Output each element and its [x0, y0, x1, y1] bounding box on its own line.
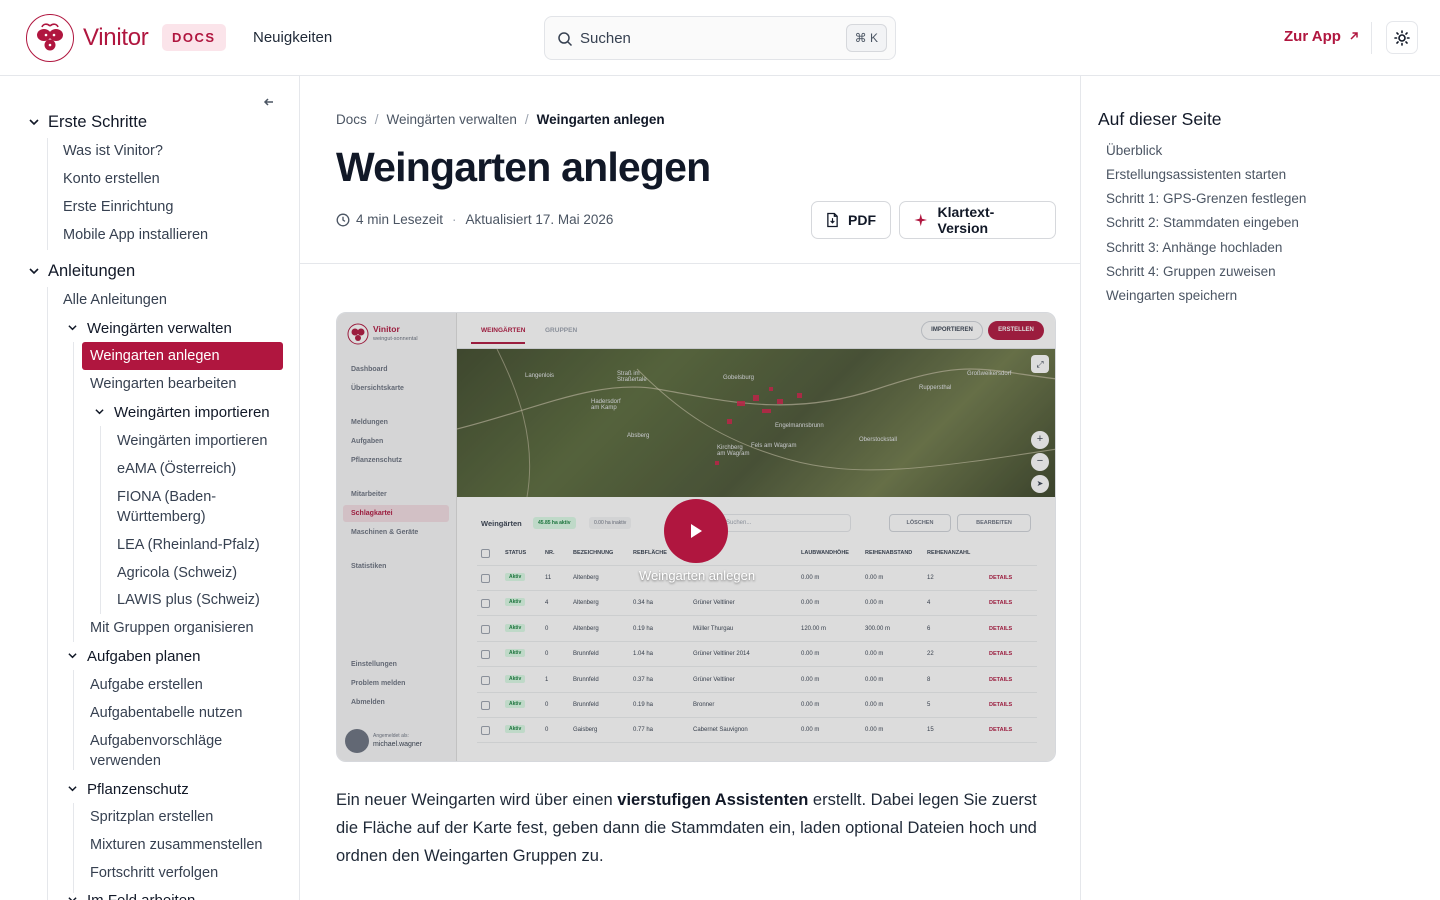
chevron-down-icon[interactable]	[28, 117, 40, 127]
zur-app-label: Zur App	[1284, 28, 1341, 45]
collapse-sidebar-icon[interactable]	[262, 95, 276, 109]
pdf-button[interactable]: PDF	[811, 201, 891, 239]
sidebar-group-im-feld[interactable]: Im Feld arbeiten	[87, 891, 195, 900]
pdf-label: PDF	[848, 212, 876, 228]
sidebar-item[interactable]: Alle Anleitungen	[63, 290, 167, 310]
chevron-down-icon[interactable]	[28, 266, 40, 276]
chevron-down-icon[interactable]	[67, 895, 78, 900]
sidebar-group-weingaerten-importieren[interactable]: Weingärten importieren	[114, 403, 270, 423]
tree-line	[47, 287, 48, 900]
external-arrow-icon	[1350, 32, 1358, 40]
sidebar-item[interactable]: Fortschritt verfolgen	[90, 863, 218, 883]
search-input[interactable]: Suchen ⌘ K	[544, 16, 896, 60]
updated-date: Aktualisiert 17. Mai 2026	[465, 212, 614, 227]
page-title: Weingarten anlegen	[336, 144, 711, 190]
tree-line	[73, 670, 74, 770]
toc-title: Auf dieser Seite	[1098, 109, 1222, 129]
chevron-down-icon[interactable]	[67, 323, 78, 332]
toc-item[interactable]: Schritt 1: GPS-Grenzen festlegen	[1106, 191, 1306, 206]
page-meta: 4 min Lesezeit · Aktualisiert 17. Mai 20…	[336, 212, 613, 227]
intro-text-1: Ein neuer Weingarten wird über einen	[336, 791, 618, 809]
sidebar-item[interactable]: Agricola (Schweiz)	[117, 563, 237, 583]
video-title: Weingarten anlegen	[638, 568, 756, 583]
toc-item[interactable]: Weingarten speichern	[1106, 288, 1237, 303]
sidebar-group-weingaerten-verwalten[interactable]: Weingärten verwalten	[87, 319, 232, 339]
sun-icon	[1394, 29, 1410, 46]
breadcrumb-current: Weingarten anlegen	[536, 112, 665, 127]
toc-item[interactable]: Schritt 3: Anhänge hochladen	[1106, 240, 1282, 255]
sidebar-item[interactable]: LEA (Rheinland-Pfalz)	[117, 535, 260, 555]
sidebar-section-erste-schritte[interactable]: Erste Schritte	[48, 112, 147, 132]
document-icon	[827, 212, 838, 228]
sidebar-item[interactable]: FIONA (Baden-	[117, 487, 216, 507]
sidebar-item-active[interactable]: Weingarten anlegen	[82, 342, 283, 370]
sidebar-section-anleitungen[interactable]: Anleitungen	[48, 261, 135, 281]
search-icon	[558, 32, 573, 47]
main-content: Docs / Weingärten verwalten / Weingarten anl…	[300, 76, 1080, 900]
chevron-down-icon[interactable]	[94, 407, 105, 416]
top-bar: Vinitor DOCS Neuigkeiten Suchen ⌘ K Zur …	[0, 0, 1440, 76]
toc-item[interactable]: Schritt 2: Stammdaten eingeben	[1106, 215, 1299, 230]
tree-line	[47, 138, 48, 250]
sidebar-item[interactable]: Mixturen zusammenstellen	[90, 835, 262, 855]
search-placeholder: Suchen	[580, 30, 631, 47]
news-link[interactable]: Neuigkeiten	[253, 29, 332, 46]
sidebar-item[interactable]: Erste Einrichtung	[63, 197, 173, 217]
content-divider	[300, 263, 1080, 264]
toc-item[interactable]: Schritt 4: Gruppen zuweisen	[1106, 264, 1276, 279]
sparkle-icon	[914, 213, 928, 227]
sidebar-item[interactable]: Spritzplan erstellen	[90, 807, 213, 827]
sidebar-group-aufgaben-planen[interactable]: Aufgaben planen	[87, 647, 200, 667]
tree-line	[73, 342, 74, 642]
chevron-down-icon[interactable]	[67, 784, 78, 793]
breadcrumb: Docs / Weingärten verwalten / Weingarten anl…	[336, 112, 665, 127]
search-shortcut: ⌘ K	[845, 24, 887, 52]
video-player[interactable]: Vinitor weingut-sonnental Dashboard Über…	[336, 312, 1056, 762]
breadcrumb-weingaerten-verwalten[interactable]: Weingärten verwalten	[387, 112, 517, 127]
sidebar-item[interactable]: Württemberg)	[117, 507, 206, 527]
sidebar-item[interactable]: Aufgabe erstellen	[90, 675, 203, 695]
sidebar-item[interactable]: Weingarten bearbeiten	[90, 374, 236, 394]
sidebar-item[interactable]: eAMA (Österreich)	[117, 459, 236, 479]
sidebar-item[interactable]: Aufgabenvorschläge	[90, 731, 222, 751]
sidebar-item[interactable]: Was ist Vinitor?	[63, 141, 163, 161]
intro-paragraph: Ein neuer Weingarten wird über einen vie…	[336, 786, 1056, 870]
intro-text-bold: vierstufigen Assistenten	[617, 791, 809, 809]
table-of-contents: Auf dieser Seite Überblick Erstellungsas…	[1080, 76, 1440, 900]
sidebar: Erste Schritte Was ist Vinitor? Konto er…	[0, 76, 300, 900]
tree-line	[100, 426, 101, 614]
klartext-version-button[interactable]: Klartext-Version	[899, 201, 1056, 239]
play-button[interactable]	[664, 499, 728, 563]
clock-icon	[336, 213, 350, 226]
sidebar-group-pflanzenschutz[interactable]: Pflanzenschutz	[87, 780, 189, 800]
breadcrumb-docs[interactable]: Docs	[336, 112, 367, 127]
theme-toggle-button[interactable]	[1386, 21, 1418, 54]
zur-app-link[interactable]: Zur App	[1284, 28, 1359, 45]
header-divider	[1371, 22, 1372, 54]
sidebar-item[interactable]: Aufgabentabelle nutzen	[90, 703, 242, 723]
klartext-label: Klartext-Version	[937, 204, 995, 236]
play-icon	[691, 524, 702, 538]
sidebar-item[interactable]: Mit Gruppen organisieren	[90, 618, 254, 638]
sidebar-item[interactable]: LAWIS plus (Schweiz)	[117, 590, 260, 610]
tree-line	[73, 803, 74, 893]
sidebar-item[interactable]: Mobile App installieren	[63, 225, 208, 245]
brand-name[interactable]: Vinitor	[83, 24, 149, 52]
sidebar-item[interactable]: Weingärten importieren	[117, 431, 267, 451]
toc-item[interactable]: Überblick	[1106, 143, 1162, 158]
vinitor-logo-icon[interactable]	[26, 14, 74, 62]
read-time: 4 min Lesezeit	[356, 212, 444, 227]
sidebar-item[interactable]: verwenden	[90, 751, 161, 771]
sidebar-item[interactable]: Konto erstellen	[63, 169, 160, 189]
chevron-down-icon[interactable]	[67, 651, 78, 660]
toc-item[interactable]: Erstellungsassistenten starten	[1106, 167, 1286, 182]
docs-badge: DOCS	[162, 24, 226, 51]
